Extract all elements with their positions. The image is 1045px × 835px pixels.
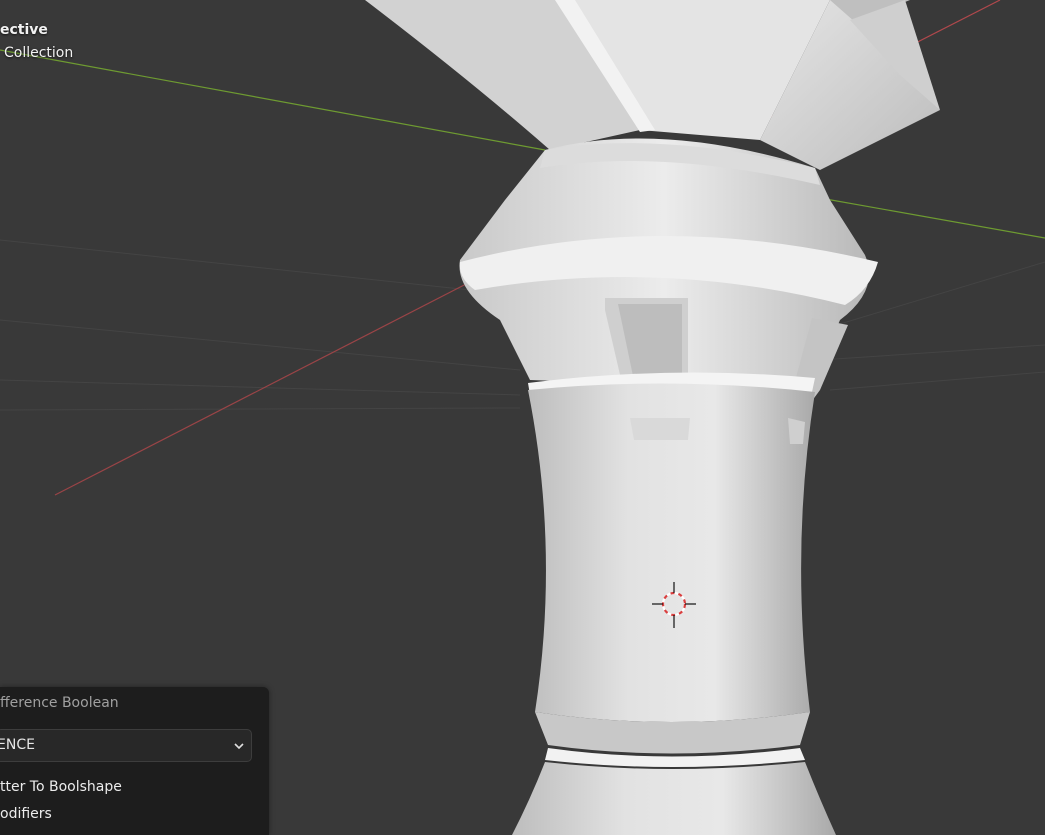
option-modifiers[interactable]: odifiers [0, 806, 52, 822]
view-mode-label: ective [0, 22, 48, 38]
collection-label: Collection [4, 45, 74, 61]
x-axis-line [54, 281, 471, 496]
panel-title[interactable]: fference Boolean [0, 695, 119, 711]
option-scatter-to-boolshape[interactable]: tter To Boolshape [0, 779, 122, 795]
chevron-down-icon [234, 743, 244, 750]
adjust-last-operation-panel[interactable]: fference Boolean ENCE tter To Boolshape … [0, 687, 269, 835]
lower-collar-mesh[interactable] [512, 712, 836, 835]
central-body-mesh[interactable] [528, 383, 815, 722]
operation-dropdown[interactable]: ENCE [0, 729, 252, 762]
y-axis-line-far [819, 197, 1045, 239]
operation-dropdown-value: ENCE [0, 737, 35, 753]
